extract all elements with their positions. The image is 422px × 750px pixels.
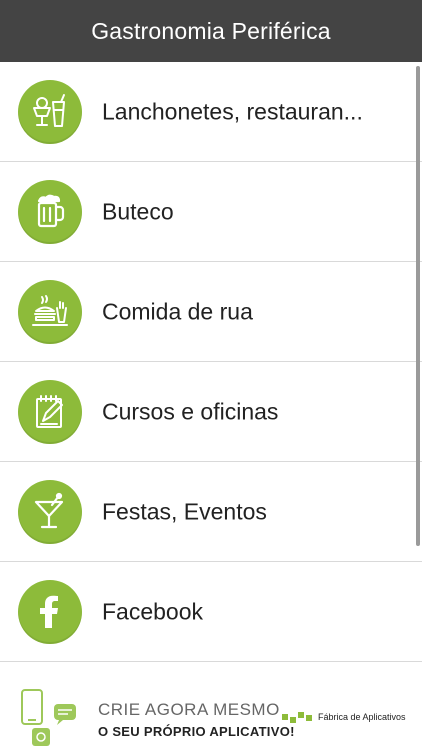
ad-banner[interactable]: CRIE AGORA MESMO O SEU PRÓPRIO APLICATIV…: [0, 684, 422, 750]
facebook-icon: [18, 580, 82, 644]
menu-item-label: Comida de rua: [102, 298, 253, 324]
menu-item-facebook[interactable]: Facebook: [0, 562, 422, 662]
menu-item-label: Lanchonetes, restauran...: [102, 98, 363, 124]
menu-item-label: Festas, Eventos: [102, 498, 267, 524]
brand-logo-icon: [282, 712, 312, 723]
cocktail-icon: [18, 480, 82, 544]
menu-item-label: Buteco: [102, 198, 174, 224]
phone-apps-icon: [16, 684, 84, 750]
menu-item-label: Facebook: [102, 598, 204, 624]
ad-subheadline: O SEU PRÓPRIO APLICATIVO!: [98, 724, 295, 739]
notepad-pencil-icon: [18, 380, 82, 444]
street-food-icon: [18, 280, 82, 344]
menu-item-festas-eventos[interactable]: Festas, Eventos: [0, 462, 422, 562]
app-screen: Gastronomia Periférica Lanchonetes, rest…: [0, 0, 422, 750]
page-title: Gastronomia Periférica: [91, 17, 331, 44]
menu-item-comida-de-rua[interactable]: Comida de rua: [0, 262, 422, 362]
ice-cream-drink-icon: [18, 80, 82, 144]
menu-item-lanchonetes[interactable]: Lanchonetes, restauran...: [0, 62, 422, 162]
scrollbar[interactable]: [416, 66, 420, 546]
menu-list[interactable]: Lanchonetes, restauran... Buteco Comida …: [0, 62, 422, 684]
menu-item-partial[interactable]: [0, 662, 422, 684]
menu-item-label: Cursos e oficinas: [102, 398, 279, 424]
beer-mug-icon: [18, 180, 82, 244]
ad-headline: CRIE AGORA MESMO: [98, 700, 280, 719]
title-bar: Gastronomia Periférica: [0, 0, 422, 62]
ad-brand-name: Fábrica de Aplicativos: [318, 712, 406, 722]
menu-item-buteco[interactable]: Buteco: [0, 162, 422, 262]
menu-item-cursos-e-oficinas[interactable]: Cursos e oficinas: [0, 362, 422, 462]
ad-brand: Fábrica de Aplicativos: [282, 710, 406, 724]
